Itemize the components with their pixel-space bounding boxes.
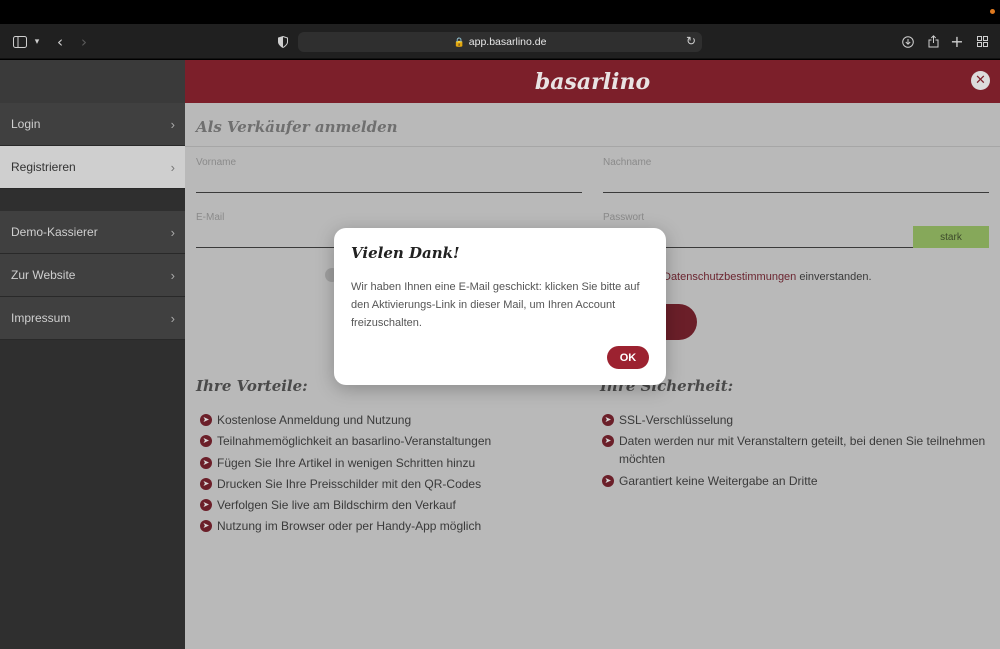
forward-icon[interactable]: › <box>77 24 91 59</box>
email-label: E-Mail <box>196 212 225 223</box>
lastname-label: Nachname <box>603 157 652 168</box>
arrow-right-icon: ➤ <box>200 477 212 490</box>
lastname-field[interactable] <box>603 192 989 193</box>
sidebar-item-label: Registrieren <box>11 160 76 174</box>
consent-text: Datenschutzbestimmungen einverstanden. <box>663 271 872 283</box>
sidebar-item-label: Login <box>11 117 41 131</box>
list-item: ➤ Nutzung im Browser oder per Handy-App m… <box>196 517 596 535</box>
sidebar-item-registrieren[interactable]: Registrieren › <box>0 146 185 189</box>
chevron-down-icon[interactable]: ▾ <box>32 24 42 59</box>
shield-icon[interactable] <box>276 24 290 59</box>
divider <box>185 146 1000 147</box>
chevron-right-icon: › <box>170 267 175 283</box>
chevron-right-icon: › <box>170 116 175 132</box>
list-item: ➤ Garantiert keine Weitergabe an Dritte <box>598 472 993 490</box>
list-item: ➤ Verfolgen Sie live am Bildschirm den Ve… <box>196 496 596 514</box>
security-list: ➤ SSL-Verschlüsselung ➤ Daten werden nur m… <box>598 411 993 493</box>
status-indicator-dot <box>990 9 995 14</box>
dialog-message: Wir haben Ihnen eine E-Mail geschickt: k… <box>351 281 640 329</box>
sidebar-divider <box>0 189 185 211</box>
sidebar-item-impressum[interactable]: Impressum › <box>0 297 185 340</box>
page-title: Als Verkäufer anmelden <box>196 118 398 136</box>
arrow-right-icon: ➤ <box>200 520 212 533</box>
list-item: ➤ Kostenlose Anmeldung und Nutzung <box>196 411 596 429</box>
confirmation-dialog: Vielen Dank! Wir haben Ihnen eine E-Mail… <box>334 228 666 385</box>
chevron-right-icon: › <box>170 224 175 240</box>
sidebar-item-demo-kassierer[interactable]: Demo-Kassierer › <box>0 211 185 254</box>
privacy-link[interactable]: Datenschutzbestimmungen <box>663 271 796 283</box>
firstname-label: Vorname <box>196 157 237 168</box>
download-icon[interactable] <box>901 24 915 59</box>
advantages-title: Ihre Vorteile: <box>196 377 308 395</box>
sidebar-item-label: Impressum <box>11 311 71 325</box>
sidebar-toggle-icon[interactable] <box>11 24 29 59</box>
address-bar[interactable]: 🔒 app.basarlino.de ↻ <box>298 32 702 52</box>
sidebar-header <box>0 60 185 103</box>
list-item: ➤ Drucken Sie Ihre Preisschilder mit den … <box>196 475 596 493</box>
sidebar-item-zur-website[interactable]: Zur Website › <box>0 254 185 297</box>
chevron-right-icon: › <box>170 159 175 175</box>
advantages-list: ➤ Kostenlose Anmeldung und Nutzung ➤ Teiln… <box>196 411 596 539</box>
tab-overview-icon[interactable] <box>975 24 989 59</box>
sidebar-item-login[interactable]: Login › <box>0 103 185 146</box>
ok-button[interactable]: OK <box>607 346 649 369</box>
new-tab-icon[interactable]: + <box>950 24 964 59</box>
list-item: ➤ Fügen Sie Ihre Artikel in wenigen Schri… <box>196 454 596 472</box>
reload-icon[interactable]: ↻ <box>686 34 696 48</box>
list-item: ➤ SSL-Verschlüsselung <box>598 411 993 429</box>
back-icon[interactable]: ‹ <box>53 24 67 59</box>
consent-suffix: einverstanden. <box>799 271 872 283</box>
lock-icon: 🔒 <box>453 36 465 47</box>
firstname-field[interactable] <box>196 192 582 193</box>
password-strength-badge: stark <box>913 226 989 248</box>
sidebar: Login › Registrieren › Demo-Kassierer › … <box>0 60 185 649</box>
list-item: ➤ Teilnahmemöglichkeit an basarlino-Veran… <box>196 432 596 450</box>
arrow-right-icon: ➤ <box>602 435 614 448</box>
list-item: ➤ Daten werden nur mit Veranstaltern gete… <box>598 432 993 468</box>
chevron-right-icon: › <box>170 310 175 326</box>
arrow-right-icon: ➤ <box>200 499 212 512</box>
sidebar-item-label: Zur Website <box>11 268 76 282</box>
dialog-title: Vielen Dank! <box>351 244 460 262</box>
system-status-strip <box>0 0 1000 24</box>
share-icon[interactable] <box>926 24 940 59</box>
brand-header: basarlino ✕ <box>185 60 1000 103</box>
password-label: Passwort <box>603 212 645 223</box>
brand-logo: basarlino <box>534 68 651 95</box>
arrow-right-icon: ➤ <box>602 474 614 487</box>
arrow-right-icon: ➤ <box>602 414 614 426</box>
arrow-right-icon: ➤ <box>200 456 212 469</box>
browser-toolbar: ▾ ‹ › 🔒 app.basarlino.de ↻ + <box>0 24 1000 59</box>
url-text: app.basarlino.de <box>468 36 547 48</box>
close-icon[interactable]: ✕ <box>971 71 990 90</box>
sidebar-item-label: Demo-Kassierer <box>11 225 98 239</box>
arrow-right-icon: ➤ <box>200 414 212 426</box>
arrow-right-icon: ➤ <box>200 435 212 448</box>
